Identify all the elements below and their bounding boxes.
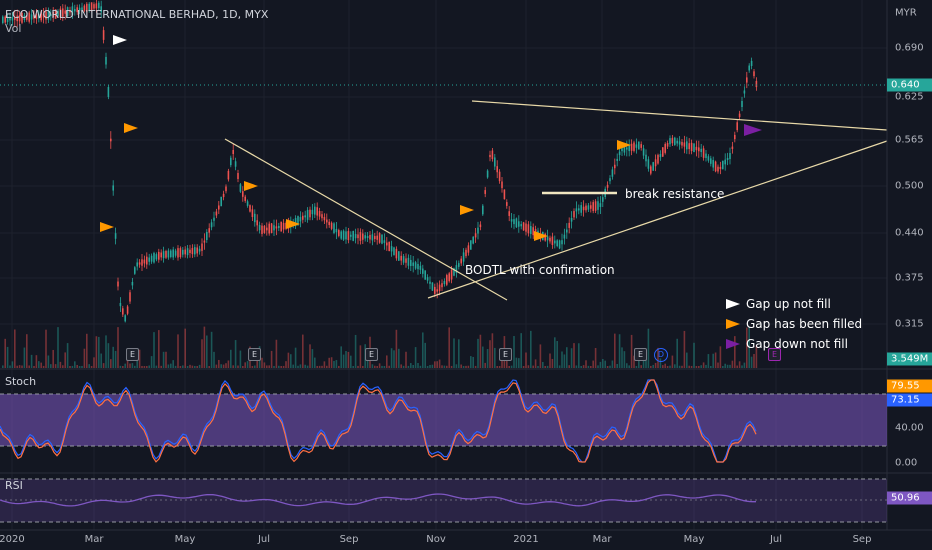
price-tick: 0.690 (895, 42, 924, 54)
stoch-k-badge: 79.55 (887, 379, 932, 393)
price-tick: 0.440 (895, 227, 924, 239)
price-tick: 0.625 (895, 91, 924, 103)
time-tick: Mar (592, 534, 612, 545)
gap-up-arrow (113, 35, 127, 45)
gap-arrows (100, 35, 762, 241)
gap-filled-arrow (100, 222, 114, 232)
legend-gap-filled-label: Gap has been filled (746, 317, 863, 331)
legend-gap-up-arrow (726, 299, 740, 309)
time-tick: Sep (852, 534, 872, 545)
time-tick: Sep (339, 534, 359, 545)
price-tick: 0.315 (895, 318, 924, 330)
chart-legend: ECO WORLD INTERNATIONAL BERHAD, 1D, MYX … (5, 8, 268, 36)
rsi-label[interactable]: RSI (5, 479, 23, 492)
time-tick: Jul (257, 534, 271, 545)
gap-filled-arrow (460, 205, 474, 215)
earnings-marker[interactable]: E (248, 348, 261, 361)
price-axis[interactable]: MYR 0.690 0.625 0.565 0.500 0.440 0.375 … (887, 0, 932, 369)
stoch-label[interactable]: Stoch (5, 375, 36, 388)
legend-gap-down-label: Gap down not fill (746, 337, 848, 351)
rsi-value-badge: 50.96 (887, 491, 932, 505)
time-tick: May (683, 534, 705, 545)
break-resistance-annotation: break resistance (625, 187, 725, 201)
gap-filled-arrow (244, 181, 258, 191)
time-tick: Mar (84, 534, 104, 545)
stoch-d-badge: 73.15 (887, 393, 932, 407)
dividend-marker[interactable]: D (654, 348, 668, 362)
price-tick: 0.500 (895, 180, 924, 192)
earnings-marker[interactable]: E (126, 348, 139, 361)
stoch-band (0, 394, 887, 446)
time-tick: May (174, 534, 196, 545)
time-tick: Jul (769, 534, 783, 545)
time-tick: 2020 (0, 534, 25, 545)
price-tick: 0.565 (895, 134, 924, 146)
price-axis-currency: MYR (895, 7, 917, 19)
legend-arrows (726, 299, 740, 349)
time-tick: 2021 (513, 534, 539, 545)
price-tick: 0.375 (895, 272, 924, 284)
legend-gap-down-arrow (726, 339, 740, 349)
earnings-marker[interactable]: E (499, 348, 512, 361)
volume-value-badge: 3.549M (887, 352, 932, 366)
symbol-title[interactable]: ECO WORLD INTERNATIONAL BERHAD, 1D, MYX (5, 8, 268, 22)
stoch-tick: 40.00 (895, 422, 924, 434)
time-tick: Nov (426, 534, 446, 545)
legend-gap-up-label: Gap up not fill (746, 297, 831, 311)
bodtl-annotation: BODTL with confirmation (465, 263, 615, 277)
earnings-marker[interactable]: E (768, 348, 781, 361)
gap-down-arrow (744, 124, 762, 136)
last-price-badge: 0.640 (887, 78, 932, 92)
legend-gap-filled-arrow (726, 319, 740, 329)
earnings-marker[interactable]: E (634, 348, 647, 361)
earnings-marker[interactable]: E (365, 348, 378, 361)
volume-label[interactable]: Vol (5, 22, 268, 36)
grid-lines (0, 0, 887, 530)
time-axis[interactable]: 2020 Mar May Jul Sep Nov 2021 Mar May Ju… (0, 530, 887, 550)
gap-filled-arrow (124, 123, 138, 133)
stoch-tick: 0.00 (895, 457, 918, 469)
resistance-trendline (471, 100, 888, 131)
